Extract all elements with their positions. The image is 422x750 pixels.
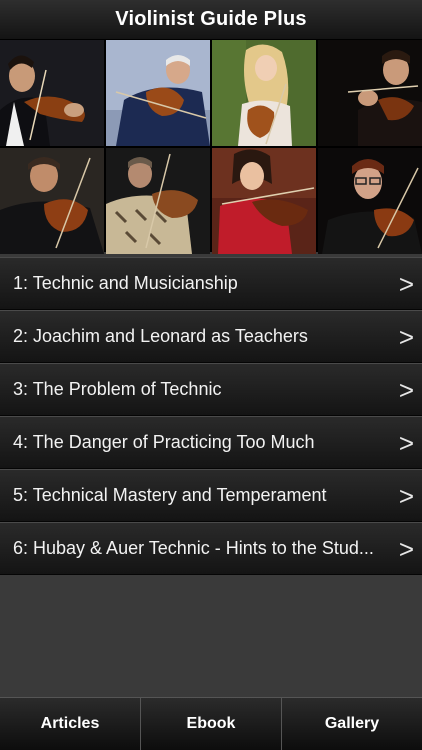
chevron-right-icon: >	[398, 533, 414, 564]
navigation-bar: Violinist Guide Plus	[0, 0, 422, 40]
article-row-3[interactable]: 3: The Problem of Technic >	[0, 363, 422, 416]
article-title: 4: The Danger of Practicing Too Much	[13, 432, 315, 452]
tab-articles[interactable]: Articles	[0, 698, 141, 750]
article-row-1[interactable]: 1: Technic and Musicianship >	[0, 257, 422, 310]
article-title: 3: The Problem of Technic	[13, 379, 222, 399]
chevron-right-icon: >	[398, 321, 414, 352]
violinist-photo-2[interactable]	[106, 40, 210, 146]
violinist-photo-grid	[0, 40, 422, 254]
article-title: 5: Technical Mastery and Temperament	[13, 485, 327, 505]
chevron-right-icon: >	[398, 374, 414, 405]
article-title: 6: Hubay & Auer Technic - Hints to the S…	[13, 538, 374, 558]
violinist-photo-8[interactable]	[318, 148, 422, 254]
article-title: 1: Technic and Musicianship	[13, 273, 238, 293]
violinist-photo-6[interactable]	[106, 148, 210, 254]
tab-gallery[interactable]: Gallery	[282, 698, 422, 750]
article-row-5[interactable]: 5: Technical Mastery and Temperament >	[0, 469, 422, 522]
chevron-right-icon: >	[398, 427, 414, 458]
violinist-photo-5[interactable]	[0, 148, 104, 254]
article-row-4[interactable]: 4: The Danger of Practicing Too Much >	[0, 416, 422, 469]
article-row-6[interactable]: 6: Hubay & Auer Technic - Hints to the S…	[0, 522, 422, 575]
tab-bar: Articles Ebook Gallery	[0, 697, 422, 750]
article-row-2[interactable]: 2: Joachim and Leonard as Teachers >	[0, 310, 422, 363]
article-title: 2: Joachim and Leonard as Teachers	[13, 326, 308, 346]
violinist-photo-1[interactable]	[0, 40, 104, 146]
article-list: 1: Technic and Musicianship > 2: Joachim…	[0, 257, 422, 575]
tab-ebook[interactable]: Ebook	[141, 698, 282, 750]
app-title: Violinist Guide Plus	[115, 8, 307, 30]
chevron-right-icon: >	[398, 480, 414, 511]
violinist-photo-4[interactable]	[318, 40, 422, 146]
chevron-right-icon: >	[398, 268, 414, 299]
violinist-photo-3[interactable]	[212, 40, 316, 146]
violinist-photo-7[interactable]	[212, 148, 316, 254]
